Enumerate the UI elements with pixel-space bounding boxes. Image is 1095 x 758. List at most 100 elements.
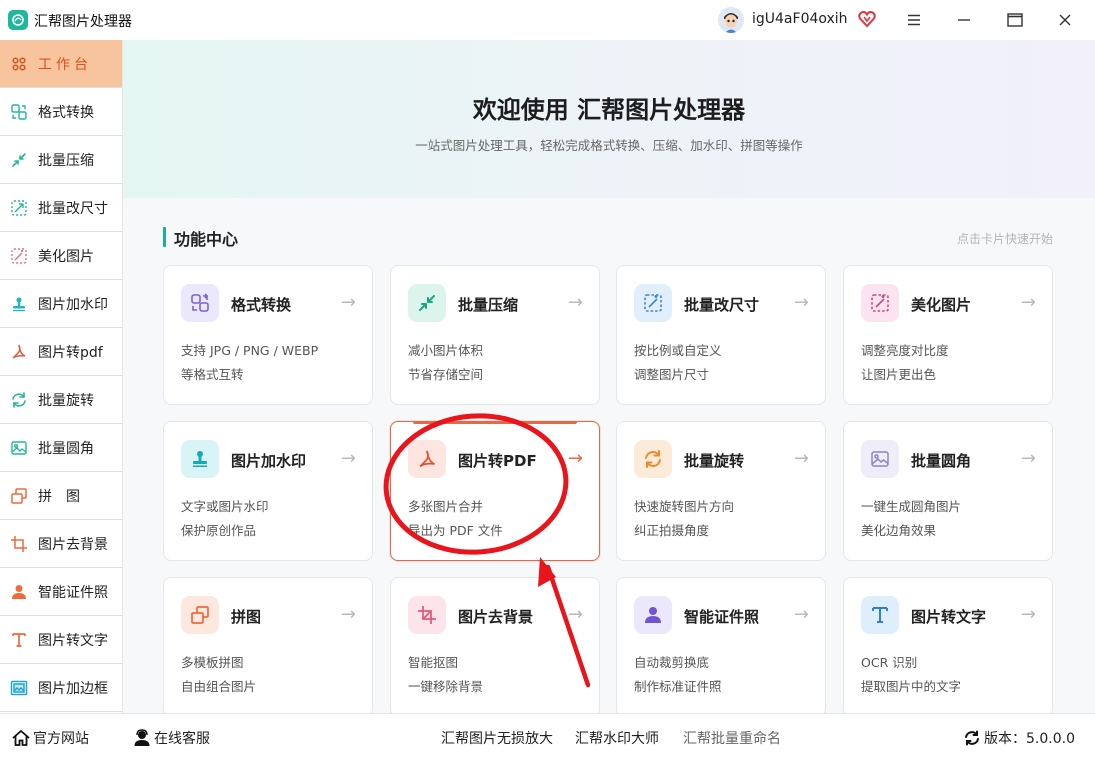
- compress-icon: [408, 284, 446, 322]
- sidebar: 工作台 格式转换 批量压缩 批量改尺寸 美化图片 图片加水印 图片转pdf 批量…: [0, 40, 123, 713]
- card-desc: 自由组合图片: [181, 679, 257, 694]
- person-icon: [9, 582, 29, 602]
- card-desc: 等格式互转: [181, 367, 244, 382]
- card-title: 批量压缩: [458, 296, 519, 314]
- sidebar-item-label: 格式转换: [38, 104, 94, 121]
- card-batch-round-corner[interactable]: 批量圆角 → 一键生成圆角图片 美化边角效果: [843, 421, 1053, 561]
- card-desc: 导出为 PDF 文件: [408, 523, 503, 538]
- card-desc: 调整亮度对比度: [861, 343, 949, 358]
- online-support-link[interactable]: 在线客服: [133, 728, 210, 748]
- card-format-convert[interactable]: 格式转换 → 支持 JPG / PNG / WEBP 等格式互转: [163, 265, 373, 405]
- card-batch-compress[interactable]: 批量压缩 → 减小图片体积 节省存储空间: [390, 265, 600, 405]
- card-batch-resize[interactable]: 批量改尺寸 → 按比例或自定义 调整图片尺寸: [616, 265, 826, 405]
- official-website-label: 官方网站: [33, 731, 89, 747]
- card-desc: 制作标准证件照: [634, 679, 722, 694]
- sidebar-item-image-to-text[interactable]: 图片转文字: [0, 616, 122, 664]
- image-icon: [9, 438, 29, 458]
- sidebar-item-label: 图片转文字: [38, 632, 108, 649]
- card-title: 图片加水印: [231, 452, 307, 470]
- card-desc: 让图片更出色: [861, 367, 937, 382]
- sidebar-item-batch-resize[interactable]: 批量改尺寸: [0, 184, 122, 232]
- user-avatar[interactable]: [718, 7, 744, 33]
- arrow-right-icon: →: [567, 448, 583, 469]
- sidebar-item-label: 批量压缩: [38, 152, 94, 169]
- card-title: 图片转文字: [911, 608, 987, 626]
- official-website-link[interactable]: 官方网站: [12, 728, 89, 748]
- card-beautify[interactable]: 美化图片 → 调整亮度对比度 让图片更出色: [843, 265, 1053, 405]
- card-collage[interactable]: 拼图 → 多模板拼图 自由组合图片: [163, 577, 373, 713]
- section-title: 功能中心: [174, 230, 239, 249]
- card-desc: 节省存储空间: [408, 367, 484, 382]
- sidebar-item-image-to-pdf[interactable]: 图片转pdf: [0, 328, 122, 376]
- arrow-right-icon: →: [567, 292, 583, 313]
- card-desc: 提取图片中的文字: [861, 679, 962, 694]
- maximize-icon[interactable]: [1002, 7, 1028, 33]
- sidebar-item-beautify[interactable]: 美化图片: [0, 232, 122, 280]
- sidebar-item-batch-round-corner[interactable]: 批量圆角: [0, 424, 122, 472]
- card-desc: 纠正拍摄角度: [634, 523, 710, 538]
- sidebar-item-workbench[interactable]: 工作台: [0, 40, 122, 88]
- card-watermark[interactable]: 图片加水印 → 文字或图片水印 保护原创作品: [163, 421, 373, 561]
- card-batch-rotate[interactable]: 批量旋转 → 快速旋转图片方向 纠正拍摄角度: [616, 421, 826, 561]
- crop-icon: [408, 596, 446, 634]
- menu-icon[interactable]: [901, 7, 927, 33]
- version-info[interactable]: 版本：5.0.0.0: [963, 728, 1075, 748]
- welcome-banner: 欢迎使用 汇帮图片处理器 一站式图片处理工具，轻松完成格式转换、压缩、加水印、拼…: [123, 40, 1095, 198]
- arrow-right-icon: →: [793, 604, 809, 625]
- card-title: 美化图片: [911, 296, 972, 314]
- sidebar-item-image-frame[interactable]: 图片加边框: [0, 664, 122, 712]
- card-desc: 智能抠图: [408, 655, 459, 670]
- card-image-to-pdf[interactable]: 图片转PDF → 多张图片合并 导出为 PDF 文件: [390, 421, 600, 561]
- support-agent-icon: [133, 729, 151, 747]
- card-title: 图片去背景: [458, 608, 534, 626]
- vip-heart-icon[interactable]: [857, 9, 877, 29]
- text-icon: [9, 630, 29, 650]
- card-desc: 多模板拼图: [181, 655, 244, 670]
- beautify-icon: [9, 246, 29, 266]
- footer-link-batch-rename[interactable]: 汇帮批量重命名: [683, 728, 781, 748]
- footer-link-watermark-master[interactable]: 汇帮水印大师: [575, 728, 659, 748]
- card-remove-background[interactable]: 图片去背景 → 智能抠图 一键移除背景: [390, 577, 600, 713]
- section-hint: 点击卡片快速开始: [956, 232, 1053, 246]
- card-desc: 快速旋转图片方向: [634, 499, 735, 514]
- stamp-icon: [181, 440, 219, 478]
- sidebar-item-watermark[interactable]: 图片加水印: [0, 280, 122, 328]
- arrow-right-icon: →: [340, 448, 356, 469]
- card-desc: 多张图片合并: [408, 499, 484, 514]
- card-desc: 自动裁剪换底: [634, 655, 710, 670]
- image-icon: [861, 440, 899, 478]
- sidebar-item-batch-compress[interactable]: 批量压缩: [0, 136, 122, 184]
- collage-icon: [9, 486, 29, 506]
- sidebar-item-format-convert[interactable]: 格式转换: [0, 88, 122, 136]
- card-image-to-text[interactable]: 图片转文字 → OCR 识别 提取图片中的文字: [843, 577, 1053, 713]
- close-icon[interactable]: [1052, 7, 1078, 33]
- card-title: 格式转换: [231, 296, 292, 314]
- banner-subtitle: 一站式图片处理工具，轻松完成格式转换、压缩、加水印、拼图等操作: [415, 138, 803, 153]
- sidebar-item-batch-rotate[interactable]: 批量旋转: [0, 376, 122, 424]
- card-desc: 一键生成圆角图片: [861, 499, 962, 514]
- refresh-icon: [963, 729, 981, 747]
- username[interactable]: igU4aF04oxih: [752, 11, 848, 27]
- sidebar-item-label: 智能证件照: [38, 584, 108, 601]
- card-title: 批量旋转: [684, 452, 745, 470]
- card-desc: 按比例或自定义: [634, 343, 722, 358]
- sidebar-item-label: 批量旋转: [38, 392, 94, 409]
- sidebar-item-collage[interactable]: 拼 图: [0, 472, 122, 520]
- minimize-icon[interactable]: [951, 7, 977, 33]
- sidebar-item-remove-background[interactable]: 图片去背景: [0, 520, 122, 568]
- sidebar-item-id-photo[interactable]: 智能证件照: [0, 568, 122, 616]
- arrow-right-icon: →: [793, 448, 809, 469]
- frame-icon: [9, 678, 29, 698]
- stamp-icon: [9, 294, 29, 314]
- title-bar: 汇帮图片处理器 igU4aF04oxih: [0, 0, 1095, 40]
- card-desc: 减小图片体积: [408, 343, 484, 358]
- footer-link-image-upscale[interactable]: 汇帮图片无损放大: [441, 728, 553, 748]
- card-id-photo[interactable]: 智能证件照 → 自动裁剪换底 制作标准证件照: [616, 577, 826, 713]
- resize-icon: [9, 198, 29, 218]
- app-title: 汇帮图片处理器: [34, 14, 132, 30]
- crop-icon: [9, 534, 29, 554]
- online-support-label: 在线客服: [154, 731, 210, 747]
- card-desc: 一键移除背景: [408, 679, 484, 694]
- arrow-right-icon: →: [793, 292, 809, 313]
- card-desc: 保护原创作品: [181, 523, 257, 538]
